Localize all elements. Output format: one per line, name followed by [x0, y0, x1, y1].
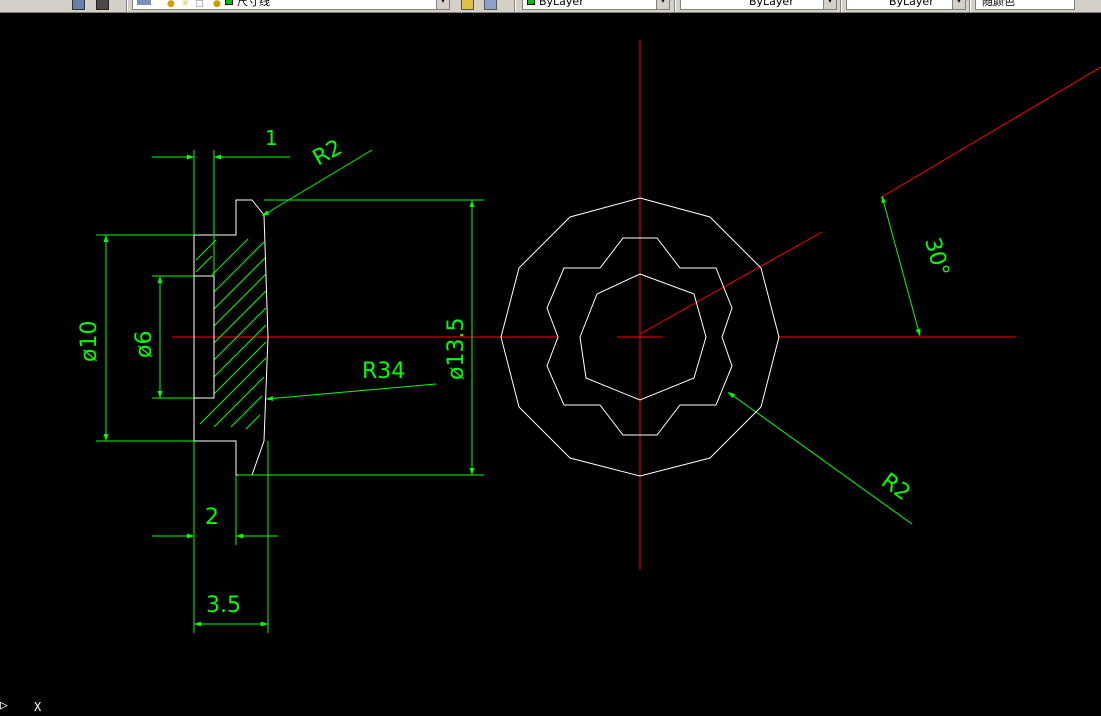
dim-line-r34: [265, 383, 437, 401]
layer-name: 尺寸线: [237, 0, 270, 8]
layer-states-icon[interactable]: [72, 0, 85, 10]
layer-freeze-icon: ☼: [181, 0, 190, 9]
dim-text-1: 1: [265, 126, 278, 150]
layer-previous-icon[interactable]: [96, 0, 109, 10]
section-hatch: [195, 238, 267, 430]
layer-manager-icon[interactable]: [484, 0, 497, 10]
color-value: ByLayer: [539, 0, 584, 8]
dim-text-30deg: 30°: [919, 235, 953, 279]
lineweight-value: ByLayer: [889, 0, 934, 8]
layer-lock-icon: □: [195, 0, 204, 9]
toolbar-separator: [840, 0, 842, 12]
centerlines: [172, 40, 1101, 570]
angled-construction-line: [639, 231, 823, 335]
layer-color-swatch: [225, 0, 233, 5]
layer-on-icon: ●: [167, 0, 175, 9]
dim-text-r2-top: R2: [309, 135, 347, 171]
linetype-value: ByLayer: [749, 0, 794, 8]
plotstyle-value: 随颜色: [982, 0, 1015, 8]
chevron-down-icon[interactable]: ▼: [436, 0, 449, 9]
layer-plot-icon: ●: [213, 0, 221, 9]
ucs-icon: ▷ X: [0, 698, 41, 714]
plotstyle-dropdown[interactable]: 随颜色: [975, 0, 1075, 10]
dim-text-dia6: ø6: [132, 331, 157, 358]
toolbar-separator: [514, 0, 516, 12]
linetype-dropdown[interactable]: ByLayer ▼: [680, 0, 837, 10]
dim-text-r34: R34: [362, 359, 405, 384]
chevron-down-icon[interactable]: ▼: [823, 0, 836, 9]
dim-text-2: 2: [205, 505, 219, 530]
properties-toolbar: ● ☼ □ ● 尺寸线 ▼ ByLayer ▼ ByLayer ▼ ByLaye…: [0, 0, 1101, 13]
toolbar-separator: [969, 0, 971, 12]
chevron-down-icon[interactable]: ▼: [952, 0, 965, 9]
dimension-texts: 1 R2 ø10 ø6 R34 ø13.5 2 3.5 30° R2: [77, 126, 953, 618]
dim-text-r2-right: R2: [876, 469, 914, 506]
color-swatch: [527, 0, 535, 5]
angled-construction-line-far: [879, 66, 1101, 199]
dim-text-dia13-5: ø13.5: [444, 318, 469, 380]
ucs-x-label: X: [34, 700, 42, 714]
dim-line-30deg: [881, 195, 921, 337]
extension-lines: [96, 150, 484, 633]
ucs-arrow-icon: ▷: [0, 698, 8, 713]
dimension-lines: [103, 149, 921, 627]
color-dropdown[interactable]: ByLayer ▼: [522, 0, 670, 10]
lineweight-dropdown[interactable]: ByLayer ▼: [846, 0, 966, 10]
dim-text-dia10: ø10: [77, 321, 102, 362]
layer-dropdown[interactable]: ● ☼ □ ● 尺寸线 ▼: [132, 0, 450, 10]
toolbar-separator: [674, 0, 676, 12]
make-object-layer-current-icon[interactable]: [461, 0, 474, 10]
layer-icon: [137, 0, 151, 5]
chevron-down-icon[interactable]: ▼: [656, 0, 669, 9]
toolbar-separator: [126, 0, 128, 12]
drawing-canvas[interactable]: 1 R2 ø10 ø6 R34 ø13.5 2 3.5 30° R2: [0, 13, 1101, 698]
dim-text-3-5: 3.5: [206, 593, 241, 618]
